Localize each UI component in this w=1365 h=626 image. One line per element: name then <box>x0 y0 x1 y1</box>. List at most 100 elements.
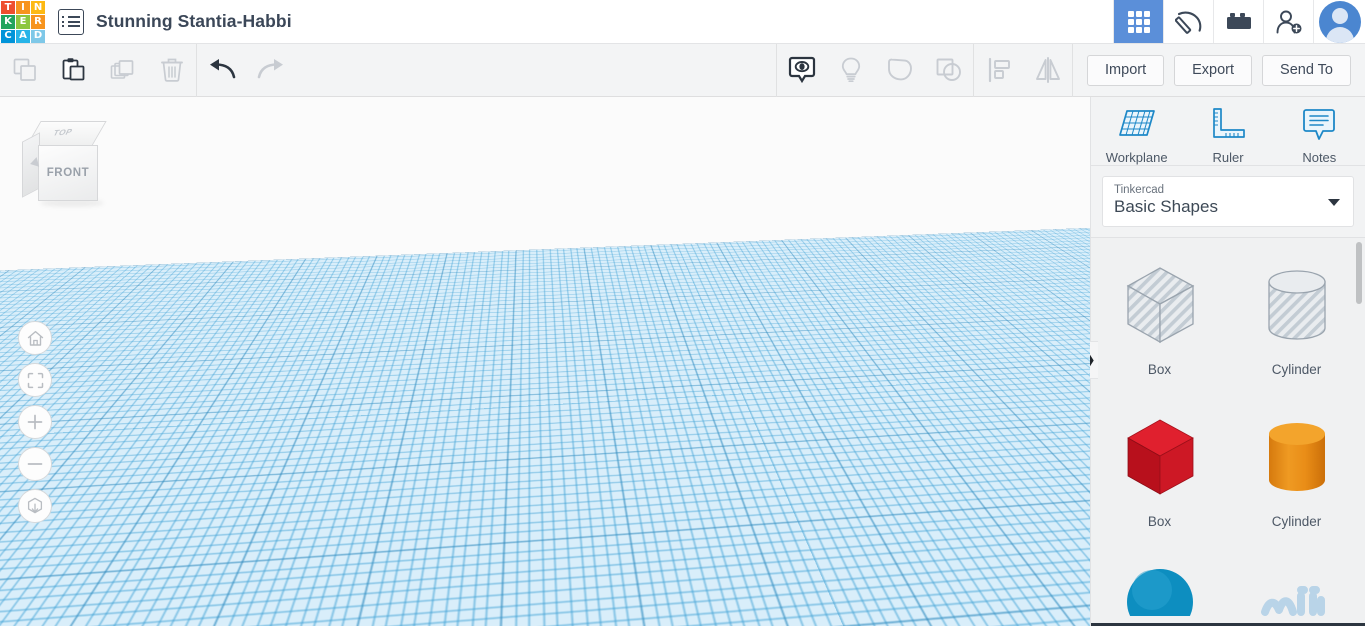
redo-button[interactable] <box>246 44 295 97</box>
paste-icon <box>62 58 84 81</box>
shapes-scroll-area[interactable]: Box Cylinder Box Cylinder <box>1091 236 1365 626</box>
mirror-button[interactable] <box>1023 44 1072 97</box>
lightbulb-icon <box>841 57 860 83</box>
duplicate-button[interactable] <box>98 44 147 97</box>
shapes-grid: Box Cylinder Box Cylinder <box>1091 238 1365 626</box>
snap-grid-select[interactable]: 1.0 mm <box>1001 594 1078 618</box>
zoom-out-button[interactable] <box>18 447 52 481</box>
scribble-art <box>1255 556 1339 616</box>
home-icon <box>27 330 43 346</box>
page-title: Stunning Stantia-Habbi <box>96 11 292 31</box>
shape-box-hole[interactable]: Box <box>1091 252 1228 404</box>
logo-letter: N <box>31 1 45 15</box>
shape-library-dropdown[interactable]: Tinkercad Basic Shapes <box>1102 175 1354 227</box>
logo-letter: T <box>1 1 15 15</box>
list-menu-icon[interactable] <box>58 8 84 35</box>
workplane-grid <box>0 97 1090 290</box>
zoom-in-button[interactable] <box>18 405 52 439</box>
library-selector-area: Tinkercad Basic Shapes <box>1091 165 1365 237</box>
paste-button[interactable] <box>49 44 98 97</box>
view-cube-front-face[interactable]: FRONT <box>38 145 98 201</box>
right-panel: Workplane Ruler Notes Tinkercad Basic Sh… <box>1090 97 1365 626</box>
snap-grid-label: Snap Grid <box>937 598 996 614</box>
collapse-panel-button[interactable]: ❯ <box>1079 341 1098 379</box>
eye-marker-icon <box>788 56 815 84</box>
home-view-button[interactable] <box>18 321 52 355</box>
shape-cylinder-orange[interactable]: Cylinder <box>1228 404 1365 556</box>
library-selected-label: Basic Shapes <box>1114 196 1218 216</box>
ruler-tool[interactable]: Ruler <box>1182 107 1273 165</box>
delete-button[interactable] <box>147 44 196 97</box>
panel-tools: Workplane Ruler Notes <box>1091 97 1365 165</box>
duplicate-icon <box>110 60 133 79</box>
shape-cylinder-hole[interactable]: Cylinder <box>1228 252 1365 404</box>
redo-arrow-icon <box>257 59 283 79</box>
workplane-tool[interactable]: Workplane <box>1091 107 1182 165</box>
shape-scribble[interactable] <box>1228 556 1365 626</box>
edit-grid-button[interactable]: Edit Grid <box>1003 564 1078 588</box>
trash-icon <box>160 58 183 82</box>
shape-label: Box <box>1147 513 1172 529</box>
chevron-up-icon <box>1061 603 1069 609</box>
show-hide-button[interactable] <box>777 44 826 97</box>
pickaxe-icon <box>1174 11 1201 34</box>
logo-letter: I <box>16 1 30 15</box>
cylinder-hole-art <box>1255 252 1339 360</box>
hole-shape-button[interactable] <box>875 44 924 97</box>
design-grid-button[interactable] <box>1113 0 1163 43</box>
edit-tool-group <box>0 44 196 97</box>
arrange-tool-group <box>974 44 1072 97</box>
export-button[interactable]: Export <box>1174 54 1253 86</box>
group-button[interactable] <box>924 44 973 97</box>
shape-box-red[interactable]: Box <box>1091 404 1228 556</box>
align-icon <box>988 57 1010 83</box>
minus-icon <box>27 463 43 465</box>
logo-letter: R <box>31 15 45 29</box>
invite-people-button[interactable] <box>1263 0 1313 43</box>
white-pin-2 <box>304 495 324 535</box>
top-bar: TIN KER CAD Stunning Stantia-Habbi <box>0 0 1365 44</box>
mirror-icon <box>1035 57 1060 83</box>
send-to-button[interactable]: Send To <box>1262 54 1351 86</box>
file-actions: Import Export Send To <box>1073 54 1365 86</box>
workplane-wrapper <box>0 97 1090 626</box>
snap-grid-control: Snap Grid 1.0 mm <box>937 594 1078 618</box>
ortho-perspective-toggle[interactable] <box>18 489 52 523</box>
workplane-tool-label: Workplane <box>1105 150 1168 165</box>
fit-to-view-button[interactable] <box>18 363 52 397</box>
codeblocks-button[interactable] <box>1163 0 1213 43</box>
import-button[interactable]: Import <box>1087 54 1165 86</box>
ruler-tool-label: Ruler <box>1212 150 1244 165</box>
undo-button[interactable] <box>197 44 246 97</box>
library-source-label: Tinkercad <box>1114 183 1165 196</box>
3d-canvas[interactable]: FRONT TOP Edit Grid Snap Grid 1.0 mm <box>0 97 1090 626</box>
blocks-button[interactable] <box>1213 0 1263 43</box>
vertical-scrollbar[interactable] <box>1356 241 1362 304</box>
white-ellipsoid <box>428 433 568 482</box>
logo-letter: E <box>16 15 30 29</box>
orange-legged-bowl-with-white-pins[interactable] <box>228 487 403 626</box>
logo-letter: A <box>16 29 30 43</box>
view-controls <box>18 321 52 523</box>
logo-letter: D <box>31 29 45 43</box>
view-cube-front-label: FRONT <box>46 167 90 179</box>
grid-9-icon <box>1127 10 1150 33</box>
avatar <box>1318 0 1361 43</box>
tinkercad-logo[interactable]: TIN KER CAD <box>0 0 46 44</box>
shape-sphere-blue[interactable] <box>1091 556 1228 626</box>
copy-button[interactable] <box>0 44 49 97</box>
undo-arrow-icon <box>209 59 235 79</box>
main-toolbar: Import Export Send To <box>0 43 1365 97</box>
light-button[interactable] <box>826 44 875 97</box>
user-avatar[interactable] <box>1313 0 1365 43</box>
orange-open-bowl-with-white-ellipse[interactable] <box>411 378 571 518</box>
cube-arrow-icon <box>27 497 43 514</box>
align-button[interactable] <box>974 44 1023 97</box>
top-right-actions <box>1113 0 1365 43</box>
snap-grid-value: 1.0 mm <box>1010 598 1054 614</box>
ruler-icon <box>1213 108 1245 138</box>
bowl-inner-hole <box>431 387 539 421</box>
notes-tool[interactable]: Notes <box>1274 107 1365 165</box>
shape-label: Cylinder <box>1271 513 1322 529</box>
view-cube[interactable]: FRONT TOP <box>22 119 116 211</box>
